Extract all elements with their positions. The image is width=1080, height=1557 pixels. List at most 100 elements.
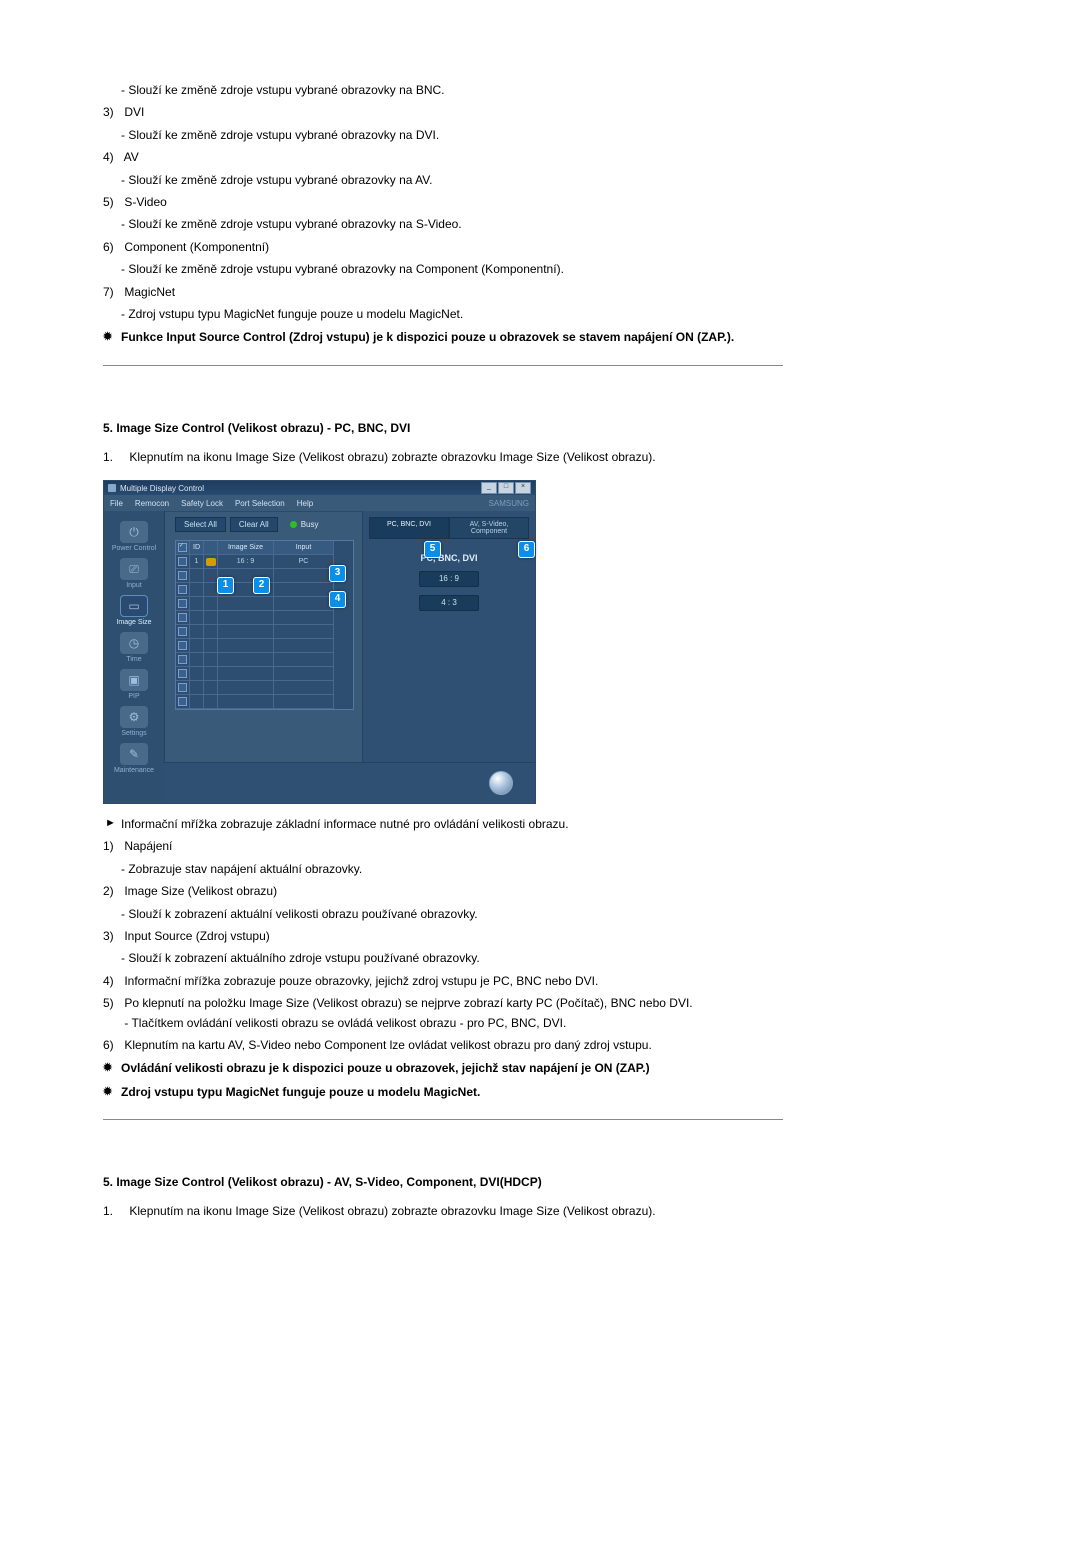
callout-6: 6 [518, 541, 535, 558]
callout-1: 1 [217, 577, 234, 594]
sidebar-item-label: Maintenance [104, 767, 164, 774]
busy-label: Busy [301, 520, 319, 529]
app-icon [108, 484, 116, 492]
grid-header-cell: Input [274, 541, 334, 555]
bottom-bar [164, 762, 535, 803]
separator [103, 365, 783, 366]
list-item: 5) S-Video [103, 194, 783, 211]
grid-row [176, 681, 353, 695]
gear-icon: ⚙ [120, 706, 148, 728]
sidebar-item-power[interactable]: ⏻ Power Control [104, 517, 164, 554]
menubar: File Remocon Safety Lock Port Selection … [104, 495, 535, 512]
blank-space [103, 1235, 783, 1557]
list-label: Image Size (Velikost obrazu) [124, 884, 277, 898]
section-title: 5. Image Size Control (Velikost obrazu) … [103, 1175, 783, 1189]
section-title: 5. Image Size Control (Velikost obrazu) … [103, 421, 783, 435]
separator [103, 1119, 783, 1120]
list-number: 4) [103, 973, 121, 990]
list-number: 5) [103, 194, 121, 211]
clear-all-button[interactable]: Clear All [230, 517, 278, 532]
time-icon: ◷ [120, 632, 148, 654]
list-sub: - Slouží ke změně zdroje vstupu vybrané … [121, 172, 783, 189]
menu-item[interactable]: Port Selection [235, 499, 285, 508]
intro-line: 1. Klepnutím na ikonu Image Size (Veliko… [103, 449, 783, 466]
select-all-button[interactable]: Select All [175, 517, 226, 532]
grid-cell: 16 : 9 [218, 555, 274, 569]
sidebar-item-time[interactable]: ◷ Time [104, 628, 164, 665]
sidebar-item-maintenance[interactable]: ✎ Maintenance [104, 739, 164, 776]
list-number: 6) [103, 239, 121, 256]
list-item: 3) Input Source (Zdroj vstupu) [103, 928, 783, 945]
list-item: 5) Po klepnutí na položku Image Size (Ve… [103, 995, 783, 1032]
input-icon: ⎚ [120, 558, 148, 580]
list-sub: - Slouží ke změně zdroje vstupu vybrané … [121, 127, 783, 144]
tab-pc-bnc-dvi[interactable]: PC, BNC, DVI [369, 517, 449, 539]
window-title: Multiple Display Control [120, 484, 204, 493]
list-label: Napájení [124, 839, 172, 853]
grid-row [176, 625, 353, 639]
list-sub: - Tlačítkem ovládání velikosti obrazu se… [124, 1015, 782, 1032]
maximize-button[interactable]: □ [498, 482, 514, 494]
grid-row [176, 653, 353, 667]
list-sub: - Slouží ke změně zdroje vstupu vybrané … [121, 261, 783, 278]
sidebar: ⏻ Power Control ⎚ Input ▭ Image Size ◷ T… [104, 511, 165, 803]
power-icon: ⏻ [120, 521, 148, 543]
intro-number: 1. [103, 1203, 126, 1220]
menu-item[interactable]: Safety Lock [181, 499, 223, 508]
callout-3: 3 [329, 565, 346, 582]
close-button[interactable]: × [515, 482, 531, 494]
menu-item[interactable]: Remocon [135, 499, 169, 508]
arrow-icon: ► [105, 816, 116, 832]
callout-5: 5 [424, 541, 441, 558]
list-number: 3) [103, 104, 121, 121]
minimize-button[interactable]: _ [481, 482, 497, 494]
menu-item[interactable]: File [110, 499, 123, 508]
list-item: 4) Informační mřížka zobrazuje pouze obr… [103, 973, 783, 990]
image-size-icon: ▭ [120, 595, 148, 617]
maintenance-icon: ✎ [120, 743, 148, 765]
grid-header: ID Image Size Input [176, 541, 353, 555]
list-number: 3) [103, 928, 121, 945]
checkbox-icon[interactable] [178, 557, 187, 566]
sidebar-item-settings[interactable]: ⚙ Settings [104, 702, 164, 739]
grid-row [176, 695, 353, 709]
bullet-text: Informační mřížka zobrazuje základní inf… [121, 817, 569, 831]
sidebar-item-pip[interactable]: ▣ PIP [104, 665, 164, 702]
grid-cell: 1 [190, 555, 204, 569]
orb-icon [489, 771, 513, 795]
note-text: Zdroj vstupu typu MagicNet funguje pouze… [121, 1085, 480, 1099]
grid-header-cell [204, 541, 218, 555]
bullet-lead: ► Informační mřížka zobrazuje základní i… [103, 816, 783, 833]
list-label: S-Video [124, 195, 166, 209]
note-text: Ovládání velikosti obrazu je k dispozici… [121, 1061, 650, 1075]
list-number: 7) [103, 284, 121, 301]
grid-header-cell [176, 541, 190, 555]
note-text: Funkce Input Source Control (Zdroj vstup… [121, 330, 734, 344]
grid-row[interactable]: 1 16 : 9 PC [176, 555, 353, 569]
size-button-4-3[interactable]: 4 : 3 [419, 595, 479, 611]
grid-row [176, 611, 353, 625]
menu-item[interactable]: Help [297, 499, 313, 508]
list-sub: - Slouží k zobrazení aktuální velikosti … [121, 906, 783, 923]
size-button-16-9[interactable]: 16 : 9 [419, 571, 479, 587]
sidebar-item-label: PIP [104, 693, 164, 700]
list-number: 1) [103, 838, 121, 855]
sidebar-item-image-size[interactable]: ▭ Image Size [104, 591, 164, 628]
checkbox-icon[interactable] [178, 543, 187, 552]
list-item: 1) Napájení [103, 838, 783, 855]
sidebar-item-label: Settings [104, 730, 164, 737]
right-title: PC, BNC, DVI [369, 553, 529, 563]
note-bullet-icon: ✹ [103, 1085, 115, 1095]
note-bullet-icon: ✹ [103, 330, 115, 340]
list-number: 2) [103, 883, 121, 900]
list-sub: - Slouží k zobrazení aktuálního zdroje v… [121, 950, 783, 967]
sidebar-item-input[interactable]: ⎚ Input [104, 554, 164, 591]
sidebar-item-label: Image Size [104, 619, 164, 626]
list-item: 6) Klepnutím na kartu AV, S-Video nebo C… [103, 1037, 783, 1054]
tab-av-svideo-component[interactable]: AV, S-Video, Component [449, 517, 529, 539]
list-label: Informační mřížka zobrazuje pouze obrazo… [124, 973, 782, 990]
list-label: Klepnutím na kartu AV, S-Video nebo Comp… [124, 1037, 782, 1054]
titlebar: Multiple Display Control _ □ × [104, 481, 535, 495]
sidebar-item-label: Input [104, 582, 164, 589]
list-label: Input Source (Zdroj vstupu) [124, 929, 269, 943]
